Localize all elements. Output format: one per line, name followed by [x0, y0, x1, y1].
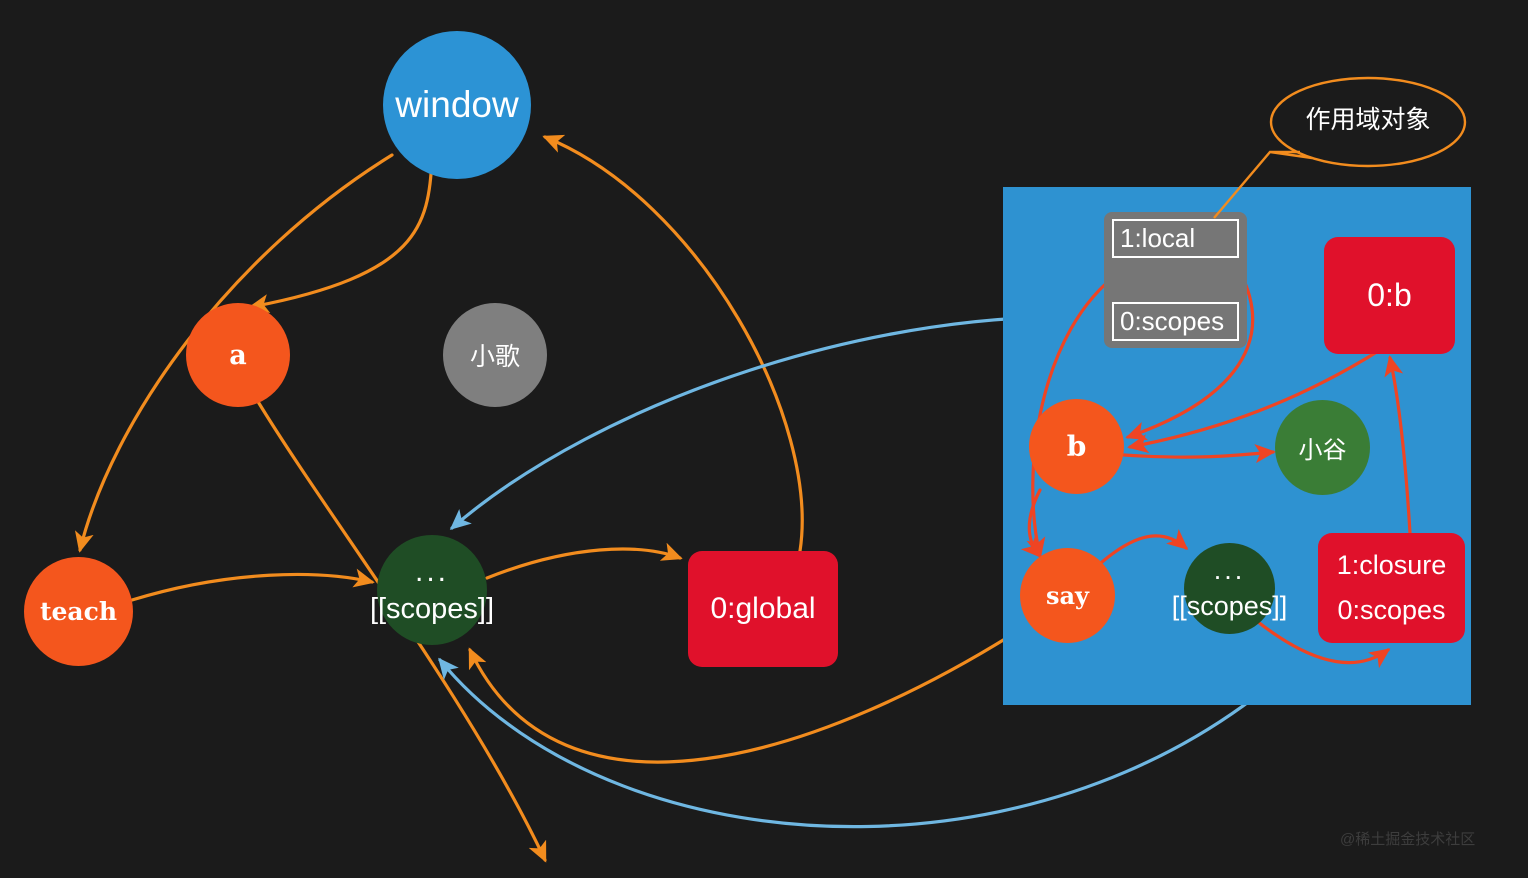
callout-text-wrap: 作用域对象 — [1271, 100, 1465, 136]
callout-tail — [1213, 150, 1313, 219]
diagram-canvas: window a teach 小歌 ... [[scopes]] 0:globa… — [0, 0, 1528, 878]
callout-text: 作用域对象 — [1305, 106, 1431, 134]
watermark: @稀土掘金技术社区 — [1340, 828, 1475, 849]
watermark-text: @稀土掘金技术社区 — [1340, 831, 1476, 848]
